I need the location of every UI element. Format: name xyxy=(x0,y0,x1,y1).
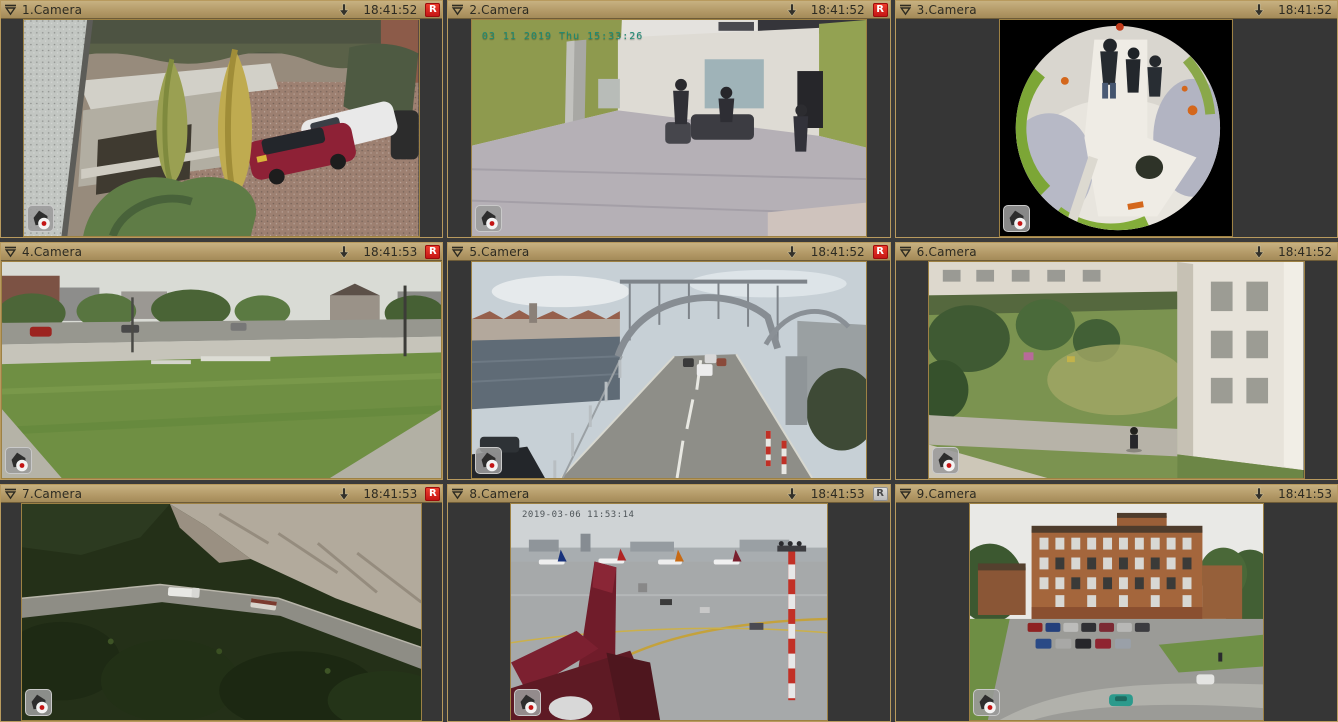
camera-1-titlebar[interactable]: 1.Camera 18:41:52 R xyxy=(1,1,443,19)
export-arrow-down-icon[interactable] xyxy=(786,245,798,259)
camera-7-video[interactable] xyxy=(1,503,443,721)
collapse-menu-icon[interactable] xyxy=(4,246,17,258)
collapse-menu-icon[interactable] xyxy=(899,488,912,500)
export-arrow-down-icon[interactable] xyxy=(338,3,350,17)
video-scene-courtyard xyxy=(24,20,419,236)
video-scene-bridge xyxy=(471,262,867,478)
export-arrow-down-icon[interactable] xyxy=(786,3,798,17)
home-archive-button[interactable] xyxy=(513,689,541,716)
camera-osd-timestamp: 03 11 2019 Thu 15:33:26 xyxy=(481,31,644,42)
record-badge: R xyxy=(872,244,888,259)
collapse-menu-icon[interactable] xyxy=(451,4,464,16)
camera-2-titlebar[interactable]: 2.Camera 18:41:52 R xyxy=(448,1,890,19)
camera-timestamp: 18:41:52 xyxy=(1278,2,1332,17)
video-scene-park xyxy=(2,262,442,478)
camera-timestamp: 18:41:52 xyxy=(810,2,865,17)
export-arrow-down-icon[interactable] xyxy=(338,245,350,259)
export-arrow-down-icon[interactable] xyxy=(786,487,798,501)
camera-name: 7.Camera xyxy=(22,486,83,501)
record-badge-inactive: R xyxy=(872,486,888,501)
parked-cars-row-1 xyxy=(1027,622,1150,632)
home-archive-button[interactable] xyxy=(932,447,960,474)
export-arrow-down-icon[interactable] xyxy=(1253,487,1265,501)
camera-7-titlebar[interactable]: 7.Camera 18:41:53 R xyxy=(1,485,443,503)
camera-tile-7: 7.Camera 18:41:53 R xyxy=(0,484,444,722)
camera-tile-6: 6.Camera 18:41:52 xyxy=(894,242,1338,480)
export-arrow-down-icon[interactable] xyxy=(338,487,350,501)
collapse-menu-icon[interactable] xyxy=(451,246,464,258)
camera-8-titlebar[interactable]: 8.Camera 18:41:53 R xyxy=(448,485,890,503)
video-scene-building-courtyard xyxy=(929,262,1304,478)
camera-grid: 1.Camera 18:41:52 R 2.Camera 18:41:52 R … xyxy=(0,0,1338,722)
home-archive-button[interactable] xyxy=(972,689,1000,716)
camera-9-video[interactable] xyxy=(895,503,1337,721)
camera-8-video[interactable]: 2019-03-06 11:53:14 xyxy=(448,503,890,721)
video-scene-fisheye xyxy=(1000,20,1233,236)
camera-tile-4: 4.Camera 18:41:53 R xyxy=(0,242,444,480)
home-archive-button[interactable] xyxy=(25,689,52,716)
camera-4-video[interactable] xyxy=(1,261,443,479)
camera-tile-9: 9.Camera 18:41:53 xyxy=(894,484,1338,722)
camera-name: 5.Camera xyxy=(469,244,530,259)
home-archive-button[interactable] xyxy=(1003,205,1031,232)
camera-timestamp: 18:41:53 xyxy=(363,244,418,259)
camera-osd-timestamp: 2019-03-06 11:53:14 xyxy=(518,510,638,520)
record-badge: R xyxy=(425,486,441,501)
camera-tile-2: 2.Camera 18:41:52 R 03 11 2019 Thu 15:33… xyxy=(447,0,891,238)
camera-tile-5: 5.Camera 18:41:52 R xyxy=(447,242,891,480)
camera-timestamp: 18:41:53 xyxy=(810,486,865,501)
camera-6-video[interactable] xyxy=(895,261,1337,479)
camera-name: 4.Camera xyxy=(22,244,83,259)
camera-timestamp: 18:41:53 xyxy=(1278,486,1332,501)
home-archive-button[interactable] xyxy=(474,447,502,474)
camera-tile-3: 3.Camera 18:41:52 xyxy=(894,0,1338,238)
camera-name: 1.Camera xyxy=(22,2,83,17)
camera-name: 8.Camera xyxy=(469,486,530,501)
camera-tile-1: 1.Camera 18:41:52 R xyxy=(0,0,444,238)
camera-5-video[interactable] xyxy=(448,261,890,479)
parked-cars-row-2 xyxy=(1035,638,1131,649)
collapse-menu-icon[interactable] xyxy=(4,488,17,500)
camera-3-titlebar[interactable]: 3.Camera 18:41:52 xyxy=(895,1,1337,19)
camera-name: 3.Camera xyxy=(916,2,977,17)
home-archive-button[interactable] xyxy=(474,205,502,232)
camera-name: 9.Camera xyxy=(916,486,977,501)
camera-1-video[interactable] xyxy=(1,19,443,237)
camera-4-titlebar[interactable]: 4.Camera 18:41:53 R xyxy=(1,243,443,261)
camera-5-titlebar[interactable]: 5.Camera 18:41:52 R xyxy=(448,243,890,261)
camera-tile-8: 8.Camera 18:41:53 R 2019-03-06 11:53:14 xyxy=(447,484,891,722)
camera-2-video[interactable]: 03 11 2019 Thu 15:33:26 xyxy=(448,19,890,237)
record-badge: R xyxy=(425,2,441,17)
camera-timestamp: 18:41:52 xyxy=(363,2,418,17)
collapse-menu-icon[interactable] xyxy=(899,246,912,258)
camera-timestamp: 18:41:52 xyxy=(810,244,865,259)
camera-name: 2.Camera xyxy=(469,2,530,17)
video-scene-airport xyxy=(510,504,827,720)
collapse-menu-icon[interactable] xyxy=(4,4,17,16)
home-archive-button[interactable] xyxy=(5,447,32,474)
collapse-menu-icon[interactable] xyxy=(899,4,912,16)
home-archive-button[interactable] xyxy=(27,205,55,232)
camera-3-video[interactable] xyxy=(895,19,1337,237)
record-badge: R xyxy=(425,244,441,259)
camera-timestamp: 18:41:53 xyxy=(363,486,418,501)
camera-timestamp: 18:41:52 xyxy=(1278,244,1332,259)
collapse-menu-icon[interactable] xyxy=(451,488,464,500)
record-badge: R xyxy=(872,2,888,17)
video-scene-office xyxy=(471,20,867,236)
video-scene-brick-building xyxy=(969,504,1263,720)
export-arrow-down-icon[interactable] xyxy=(1253,245,1265,259)
camera-name: 6.Camera xyxy=(916,244,977,259)
camera-6-titlebar[interactable]: 6.Camera 18:41:52 xyxy=(895,243,1337,261)
video-scene-cliff-road xyxy=(22,504,422,720)
export-arrow-down-icon[interactable] xyxy=(1253,3,1265,17)
camera-9-titlebar[interactable]: 9.Camera 18:41:53 xyxy=(895,485,1337,503)
